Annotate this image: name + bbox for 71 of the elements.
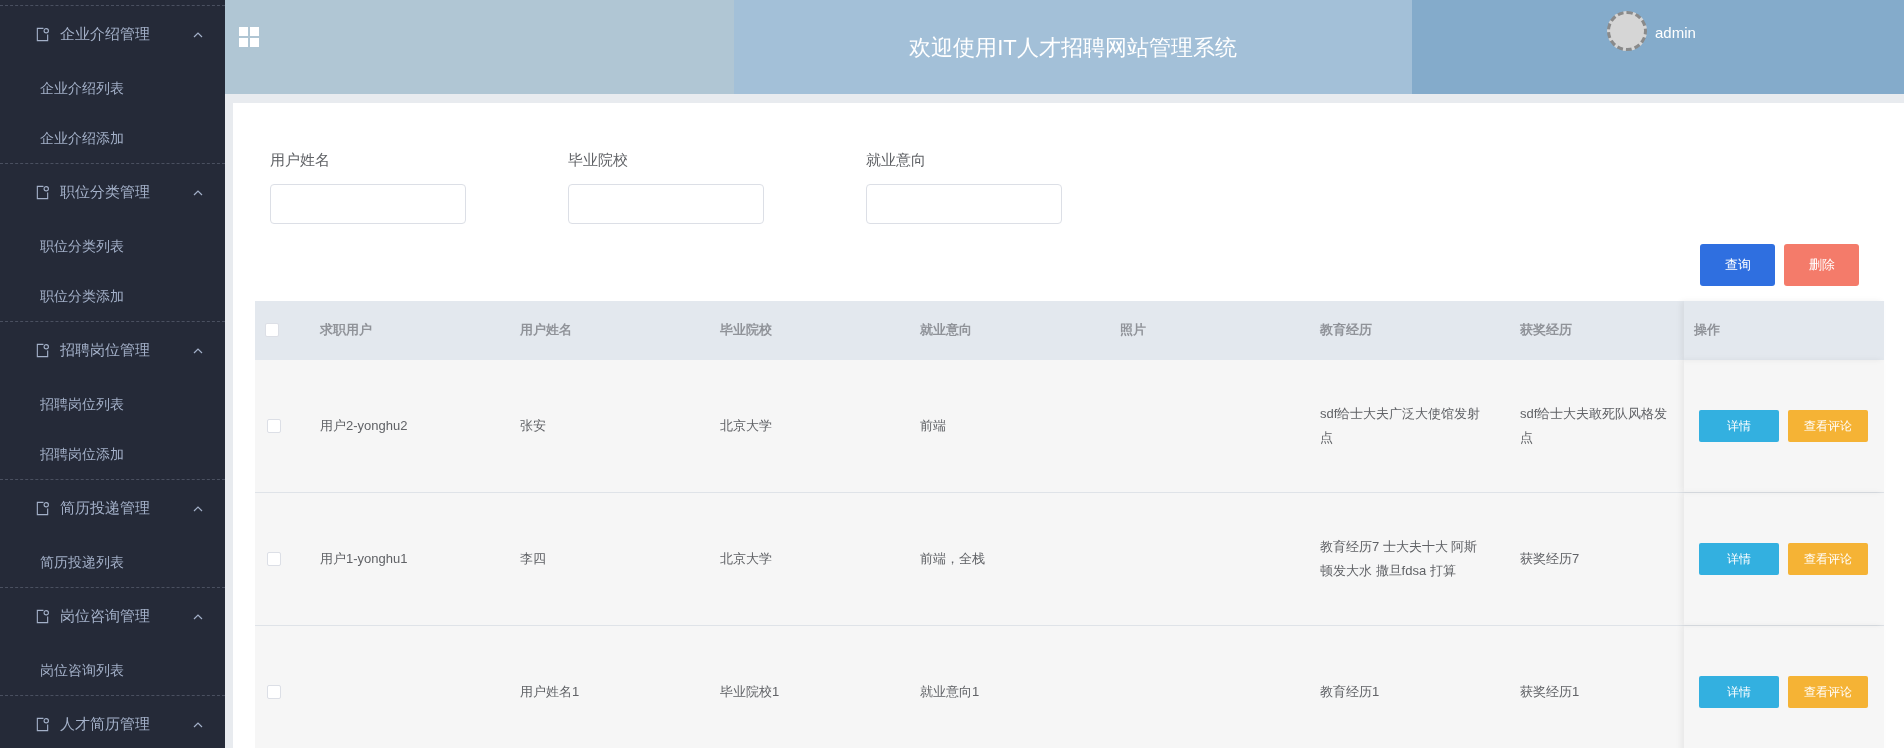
system-title: 欢迎使用IT人才招聘网站管理系统 <box>909 33 1237 62</box>
filter-field[interactable] <box>866 183 1062 224</box>
caret-icon <box>193 31 203 38</box>
menu-item[interactable]: 招聘岗位添加 <box>0 429 225 479</box>
table-cell: 张安 <box>520 417 546 433</box>
menu-item[interactable]: 职位分类添加 <box>0 271 225 321</box>
menu-group[interactable]: 招聘岗位管理 <box>0 322 225 379</box>
caret-icon <box>193 347 203 354</box>
table-cell: 用户1-yonghu1 <box>320 550 408 566</box>
column-header: 操作 <box>1694 321 1720 340</box>
caret-icon <box>193 189 203 196</box>
menu-group[interactable]: 人才简历管理 <box>0 696 225 748</box>
menu-group[interactable]: 岗位咨询管理 <box>0 588 225 645</box>
table-cell: 就业意向1 <box>920 683 980 699</box>
menu-item[interactable]: 招聘岗位列表 <box>0 379 225 429</box>
avatar <box>1607 11 1647 51</box>
column-header: 就业意向 <box>920 321 972 340</box>
column-header: 求职用户 <box>320 321 372 340</box>
column-header: 照片 <box>1120 321 1146 340</box>
menu-group[interactable]: 简历投递管理 <box>0 480 225 537</box>
document-icon <box>35 185 50 200</box>
grid-menu-icon[interactable] <box>239 27 259 47</box>
menu-group-label: 招聘岗位管理 <box>60 340 151 361</box>
checkbox[interactable] <box>267 684 281 699</box>
document-icon <box>35 609 50 624</box>
checkbox[interactable] <box>265 323 279 337</box>
menu-item[interactable]: 简历投递列表 <box>0 537 225 587</box>
menu-group[interactable]: 职位分类管理 <box>0 164 225 221</box>
table-cell-text: sdf给士大夫广泛大使馆发射 点 <box>1320 404 1482 447</box>
table-cell: 前端 <box>920 417 946 433</box>
table-cell: 李四 <box>520 550 546 566</box>
column-header: 获奖经历 <box>1520 321 1572 340</box>
caret-icon <box>193 613 203 620</box>
menu-item[interactable]: 职位分类列表 <box>0 221 225 271</box>
menu-group-label: 人才简历管理 <box>60 714 151 735</box>
filter-label: 用户姓名 <box>270 150 331 170</box>
menu-item[interactable]: 企业介绍列表 <box>0 63 225 113</box>
filter-field[interactable] <box>270 183 466 224</box>
menu-group-label: 职位分类管理 <box>60 182 151 203</box>
document-icon <box>35 27 50 42</box>
document-icon <box>35 343 50 358</box>
filter-field[interactable] <box>568 183 764 224</box>
table-cell-text: sdf给士大夫敢死队风格发 点 <box>1520 404 1669 447</box>
menu-group[interactable]: 企业介绍管理 <box>0 6 225 63</box>
table-cell-text: 教育经历1 <box>1320 682 1381 701</box>
caret-icon <box>193 721 203 728</box>
table-cell: 北京大学 <box>720 417 772 433</box>
document-icon <box>35 717 50 732</box>
filter-label: 就业意向 <box>866 150 927 170</box>
column-header: 用户姓名 <box>520 321 572 340</box>
menu-group-label: 岗位咨询管理 <box>60 606 151 627</box>
checkbox[interactable] <box>267 551 281 566</box>
table-cell-text: 教育经历7 士大夫十大 阿斯 顿发大水 撒旦fdsa 打算 <box>1320 537 1479 580</box>
table-cell: 用户2-yonghu2 <box>320 417 408 433</box>
menu-item[interactable]: 岗位咨询列表 <box>0 645 225 695</box>
table-cell: 用户姓名1 <box>520 683 580 699</box>
document-icon <box>35 501 50 516</box>
table-cell: 北京大学 <box>720 550 772 566</box>
menu-group-label: 简历投递管理 <box>60 498 151 519</box>
menu-item[interactable]: 企业介绍添加 <box>0 113 225 163</box>
filter-label: 毕业院校 <box>568 150 629 170</box>
table-cell: 前端，全栈 <box>920 550 985 566</box>
table-cell-text: 获奖经历1 <box>1520 682 1581 701</box>
menu-group-label: 企业介绍管理 <box>60 24 151 45</box>
caret-icon <box>193 505 203 512</box>
table-cell: 毕业院校1 <box>720 683 780 699</box>
table-cell-text: 获奖经历7 <box>1520 549 1581 568</box>
column-header: 教育经历 <box>1320 321 1372 340</box>
column-header: 毕业院校 <box>720 321 772 340</box>
query-button[interactable]: 查询 <box>1700 243 1775 286</box>
checkbox[interactable] <box>267 418 281 433</box>
